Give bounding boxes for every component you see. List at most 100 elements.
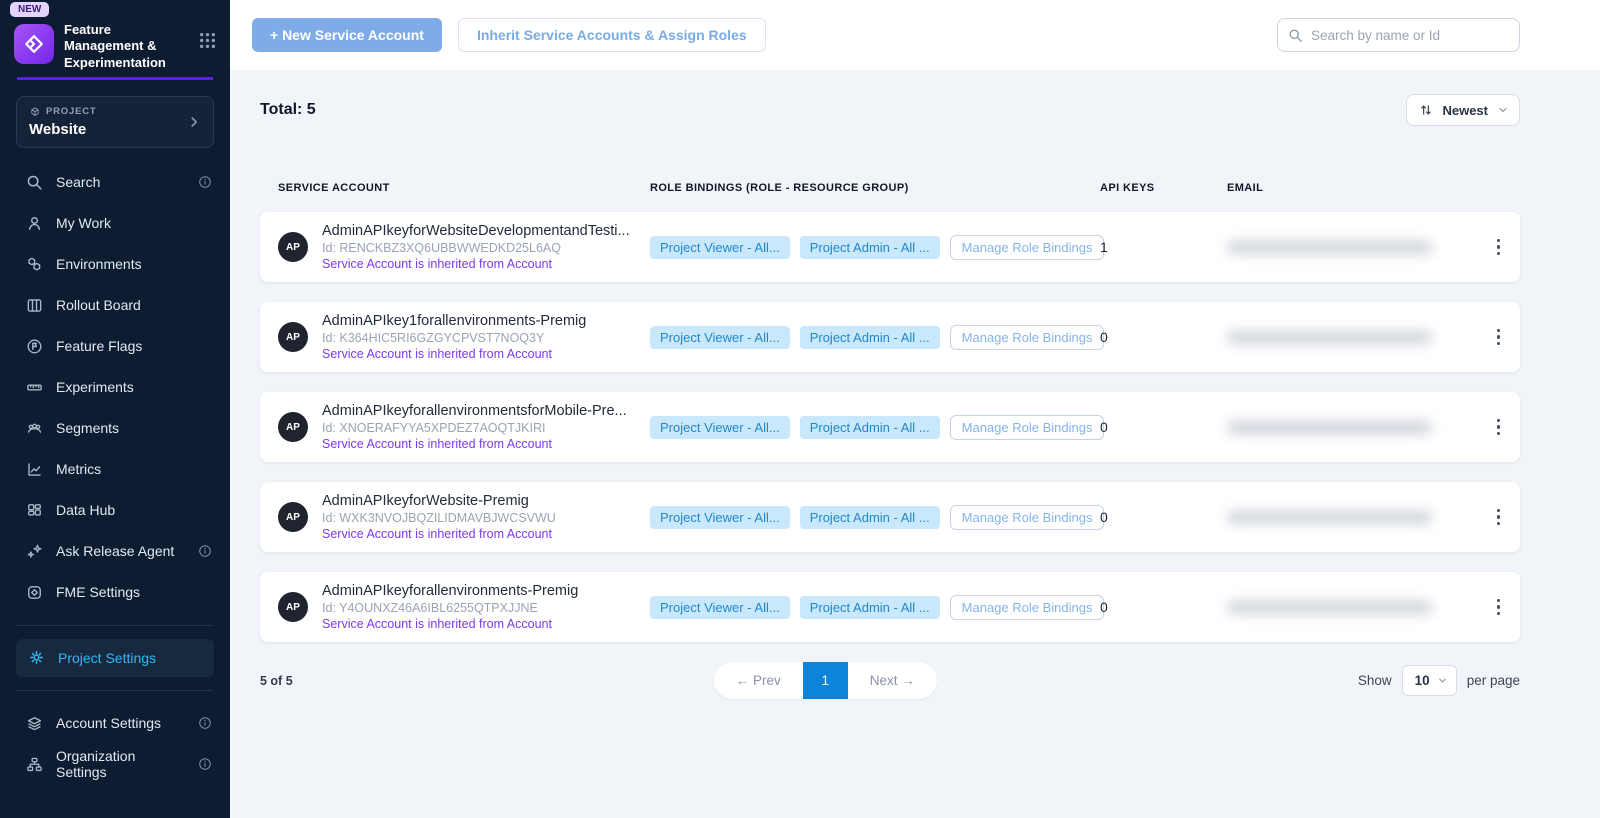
sidebar-item-label: Metrics (56, 461, 101, 477)
search-input[interactable] (1311, 28, 1509, 43)
col-api-keys: API KEYS (1100, 182, 1227, 194)
inherit-service-accounts-button[interactable]: Inherit Service Accounts & Assign Roles (458, 18, 766, 52)
sidebar-item-segments[interactable]: Segments (0, 408, 230, 449)
sidebar-item-my-work[interactable]: My Work (0, 203, 230, 244)
role-badge-admin: Project Admin - All ... (800, 596, 940, 619)
sidebar-item-label: Feature Flags (56, 338, 142, 354)
info-icon[interactable] (198, 757, 212, 771)
service-account-name: AdminAPIkeyforallenvironments-Premig (322, 583, 578, 599)
manage-role-bindings-button[interactable]: Manage Role Bindings (950, 505, 1105, 530)
info-icon[interactable] (198, 544, 212, 558)
main-area: + New Service Account Inherit Service Ac… (230, 0, 1600, 818)
sidebar-item-data-hub[interactable]: Data Hub (0, 490, 230, 531)
avatar: AP (278, 592, 308, 622)
new-badge: NEW (10, 2, 49, 17)
api-keys-count: 0 (1100, 599, 1227, 615)
info-icon[interactable] (198, 175, 212, 189)
role-badge-admin: Project Admin - All ... (800, 506, 940, 529)
table-header: SERVICE ACCOUNT ROLE BINDINGS (ROLE - RE… (260, 182, 1520, 194)
project-cube-icon (29, 106, 41, 118)
project-label: PROJECT (46, 106, 96, 117)
flag-icon (26, 338, 43, 355)
table-row: AP AdminAPIkey1forallenvironments-Premig… (260, 302, 1520, 372)
pager: ← Prev 1 Next → (714, 662, 937, 699)
role-badge-admin: Project Admin - All ... (800, 326, 940, 349)
app-root: NEW Feature Management & Experimentation… (0, 0, 1600, 818)
manage-role-bindings-button[interactable]: Manage Role Bindings (950, 595, 1105, 620)
sidebar-item-ask-release-agent[interactable]: Ask Release Agent (0, 531, 230, 572)
new-service-account-button[interactable]: + New Service Account (252, 18, 442, 52)
people-icon (26, 420, 43, 437)
api-keys-count: 0 (1100, 509, 1227, 525)
manage-role-bindings-button[interactable]: Manage Role Bindings (950, 235, 1105, 260)
col-service-account: SERVICE ACCOUNT (278, 182, 650, 194)
sparkles-icon (26, 543, 43, 560)
sort-dropdown[interactable]: Newest (1406, 94, 1520, 126)
project-selector[interactable]: PROJECT Website (16, 96, 214, 148)
sidebar-item-environments[interactable]: Environments (0, 244, 230, 285)
page-size-dropdown[interactable]: 10 (1402, 665, 1457, 696)
app-switcher-icon[interactable] (199, 32, 216, 49)
org-tree-icon (26, 756, 43, 773)
sidebar-item-feature-flags[interactable]: Feature Flags (0, 326, 230, 367)
sort-value: Newest (1442, 103, 1488, 118)
sidebar-item-experiments[interactable]: Experiments (0, 367, 230, 408)
gear-icon (28, 649, 45, 666)
sidebar-item-label: Ask Release Agent (56, 543, 174, 559)
sidebar-item-organization-settings[interactable]: Organization Settings (0, 744, 230, 785)
api-keys-count: 0 (1100, 419, 1227, 435)
service-account-id: Id: RENCKBZ3XQ6UBBWWEDKD25L6AQ (322, 241, 630, 255)
pagination-bar: 5 of 5 ← Prev 1 Next → Show 10 per page (260, 662, 1520, 699)
service-account-name: AdminAPIkeyforWebsiteDevelopmentandTesti… (322, 223, 630, 239)
content: Total: 5 Newest SERVICE ACCOUNT ROLE BIN… (230, 70, 1600, 818)
table-row: AP AdminAPIkeyforallenvironmentsforMobil… (260, 392, 1520, 462)
kebab-menu-icon[interactable] (1489, 413, 1509, 442)
inherited-note: Service Account is inherited from Accoun… (322, 257, 630, 271)
show-label: Show (1358, 673, 1392, 688)
inherited-note: Service Account is inherited from Accoun… (322, 527, 556, 541)
search-box (1277, 18, 1520, 52)
role-badge-viewer: Project Viewer - All... (650, 236, 790, 259)
kebab-menu-icon[interactable] (1489, 593, 1509, 622)
sidebar-item-label: My Work (56, 215, 111, 231)
role-badge-viewer: Project Viewer - All... (650, 326, 790, 349)
sidebar-item-search[interactable]: Search (0, 162, 230, 203)
sidebar-item-label: Account Settings (56, 715, 161, 731)
role-badge-viewer: Project Viewer - All... (650, 506, 790, 529)
kebab-menu-icon[interactable] (1489, 503, 1509, 532)
sidebar-item-label: FME Settings (56, 584, 140, 600)
manage-role-bindings-button[interactable]: Manage Role Bindings (950, 415, 1105, 440)
col-role-bindings: ROLE BINDINGS (ROLE - RESOURCE GROUP) (650, 182, 1100, 194)
sidebar-item-project-settings[interactable]: Project Settings (16, 639, 214, 677)
hexagons-icon (26, 256, 43, 273)
user-icon (26, 215, 43, 232)
total-count: Total: 5 (260, 101, 316, 119)
sidebar-item-rollout-board[interactable]: Rollout Board (0, 285, 230, 326)
sidebar-item-account-settings[interactable]: Account Settings (0, 703, 230, 744)
sort-arrows-icon (1419, 103, 1433, 117)
api-keys-count: 1 (1100, 239, 1227, 255)
next-page-button[interactable]: Next → (848, 662, 937, 699)
page-size-value: 10 (1415, 673, 1430, 688)
service-account-id: Id: K364HIC5RI6GZGYCPVST7NOQ3Y (322, 331, 586, 345)
email-redacted (1227, 331, 1432, 344)
board-icon (26, 297, 43, 314)
app-logo-icon (14, 24, 54, 64)
current-page-button[interactable]: 1 (803, 662, 848, 699)
info-icon[interactable] (198, 716, 212, 730)
sidebar-item-fme-settings[interactable]: FME Settings (0, 572, 230, 613)
layers-icon (26, 715, 43, 732)
prev-page-button[interactable]: ← Prev (714, 662, 803, 699)
inherited-note: Service Account is inherited from Accoun… (322, 347, 586, 361)
service-account-id: Id: Y4OUNXZ46A6IBL6255QTPXJJNE (322, 601, 578, 615)
manage-role-bindings-button[interactable]: Manage Role Bindings (950, 325, 1105, 350)
sidebar-item-label: Environments (56, 256, 142, 272)
data-hub-icon (26, 502, 43, 519)
kebab-menu-icon[interactable] (1489, 323, 1509, 352)
inherited-note: Service Account is inherited from Accoun… (322, 437, 627, 451)
chevron-right-icon (187, 115, 201, 129)
kebab-menu-icon[interactable] (1489, 233, 1509, 262)
sidebar-item-metrics[interactable]: Metrics (0, 449, 230, 490)
topbar: + New Service Account Inherit Service Ac… (230, 0, 1600, 70)
chevron-down-icon (1497, 104, 1509, 116)
